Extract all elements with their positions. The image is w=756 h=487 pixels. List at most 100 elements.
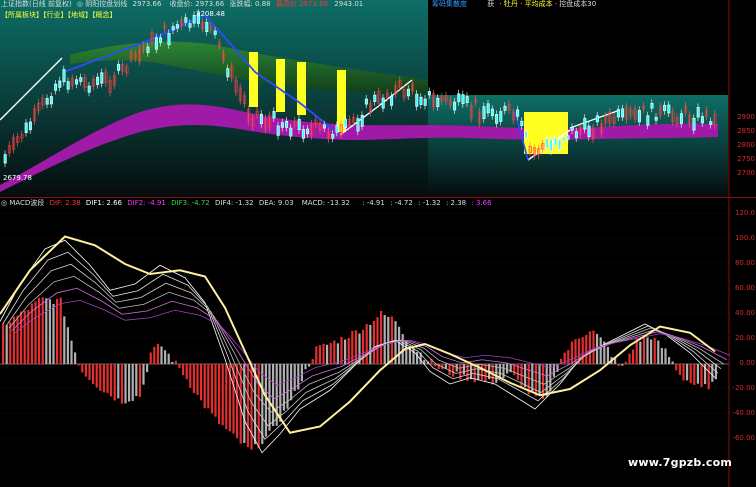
histogram-bar xyxy=(261,364,264,445)
histogram-bar xyxy=(182,364,185,376)
change-label: 涨跌幅: 0.88 xyxy=(229,0,271,8)
histogram-bar xyxy=(448,364,451,375)
dif2-value: DIF2: -4.91 xyxy=(127,199,166,207)
max-label: 最高价 xyxy=(275,0,297,8)
histogram-bar xyxy=(290,364,293,401)
chip-label: 筹码集散度 xyxy=(432,0,467,8)
histogram-bar xyxy=(221,364,224,426)
histogram-bar xyxy=(592,330,595,364)
histogram-bar xyxy=(372,320,375,364)
histogram-bar xyxy=(138,364,141,397)
value-2: 2943.01 xyxy=(334,0,364,8)
histogram-bar xyxy=(59,297,62,364)
histogram-bar xyxy=(484,364,487,383)
histogram-bar xyxy=(340,337,343,364)
macd-v1: : -4.91 xyxy=(362,199,385,207)
macd-name: ◎ MACD波段 xyxy=(1,199,45,207)
low-annotation: 2679.78 xyxy=(3,174,32,182)
histogram-bar xyxy=(398,326,401,364)
histogram-bar xyxy=(88,364,91,381)
tag-region[interactable]: 【地域】 xyxy=(68,11,93,19)
macd-v3: : -1.32 xyxy=(418,199,441,207)
histogram-bar xyxy=(570,341,573,364)
macd-tick: 100.0 xyxy=(734,234,755,242)
tag-row: 【所属板块】【行业】【地域】【概念】 xyxy=(1,11,117,20)
histogram-bar xyxy=(311,359,314,364)
dif3-value: DIF3: -4.72 xyxy=(171,199,210,207)
histogram-bar xyxy=(390,316,393,364)
histogram-bar xyxy=(642,337,645,364)
histogram-bar xyxy=(30,303,33,364)
macd-tick: 20.00 xyxy=(734,334,755,342)
histogram-bar xyxy=(128,364,131,402)
histogram-bar xyxy=(246,364,249,448)
histogram-bar xyxy=(376,317,379,364)
dea-line xyxy=(0,235,716,434)
histogram-bar xyxy=(66,327,69,364)
histogram-bar xyxy=(189,364,192,388)
histogram-bar xyxy=(149,352,152,364)
histogram-bar xyxy=(192,364,195,394)
macd-tick: 120.0 xyxy=(734,209,755,217)
histogram-bar xyxy=(351,331,354,364)
macd-value: MACD: -13.32 xyxy=(301,199,350,207)
macd-panel[interactable] xyxy=(0,0,756,487)
histogram-bar xyxy=(480,364,483,380)
price-tick: 2700 xyxy=(737,169,755,177)
tag-industry[interactable]: 【行业】 xyxy=(43,11,68,19)
index-name: 上证指数(日线 前复权) xyxy=(1,0,72,8)
histogram-bar xyxy=(689,364,692,384)
macd-lines xyxy=(0,235,731,454)
histogram-bar xyxy=(5,325,8,364)
histogram-bar xyxy=(12,316,15,364)
histogram-bar xyxy=(167,353,170,364)
histogram-bar xyxy=(653,338,656,364)
histogram-bar xyxy=(174,360,177,364)
histogram-bar xyxy=(617,364,620,367)
histogram-bar xyxy=(657,340,660,364)
histogram-bar xyxy=(102,364,105,393)
histogram-bar xyxy=(365,323,368,364)
histogram-bar xyxy=(70,340,73,364)
histogram-bar xyxy=(124,364,127,404)
max-value: 2973.66 xyxy=(299,0,329,8)
macd-tick: 0.00 xyxy=(739,359,755,367)
histogram-bar xyxy=(207,364,210,409)
histogram-bar xyxy=(250,364,253,450)
histogram-bar xyxy=(621,364,624,366)
histogram-bar xyxy=(700,364,703,388)
histogram-bar xyxy=(315,346,318,364)
histogram-bar xyxy=(84,364,87,377)
price-tick: 2900 xyxy=(737,113,755,121)
histogram-bar xyxy=(34,301,37,364)
histogram-bar xyxy=(567,349,570,364)
histogram-bar xyxy=(599,337,602,364)
histogram-bar xyxy=(185,364,188,380)
main-header-right: 筹码集散度 获 · 牡丹 · 平均成本 · 控盘成本30 xyxy=(432,0,596,9)
histogram-bar xyxy=(347,337,350,364)
main-header: 上证指数(日线 前复权) ◎ 阴阳控盘划线 2973.66 收盘价: 2973.… xyxy=(1,0,363,9)
histogram-bar xyxy=(304,364,307,370)
price-tick: 2800 xyxy=(737,141,755,149)
histogram-bar xyxy=(308,364,311,367)
dea-value: DEA: 9.03 xyxy=(258,199,294,207)
macd-tick: -60.00 xyxy=(732,434,755,442)
dif-line xyxy=(0,239,716,454)
histogram-bar xyxy=(20,311,23,364)
histogram-bar xyxy=(41,297,44,364)
histogram-bar xyxy=(236,364,239,439)
indicator-name: ◎ 阴阳控盘划线 xyxy=(76,0,128,8)
avg-cost-label: · 牡丹 · 平均成本 xyxy=(499,0,553,8)
tag-concept[interactable]: 【概念】 xyxy=(92,11,117,19)
histogram-bar xyxy=(210,364,213,414)
histogram-bar xyxy=(686,364,689,381)
high-annotation: 3208.48 xyxy=(196,10,225,18)
histogram-bar xyxy=(380,310,383,364)
tag-sector[interactable]: 【所属板块】 xyxy=(1,11,43,19)
histogram-bar xyxy=(203,364,206,409)
histogram-bar xyxy=(2,323,5,364)
dif-value: DIF: 2.38 xyxy=(49,199,81,207)
histogram-bar xyxy=(462,364,465,375)
histogram-bar xyxy=(333,340,336,364)
histogram-bar xyxy=(120,364,123,404)
